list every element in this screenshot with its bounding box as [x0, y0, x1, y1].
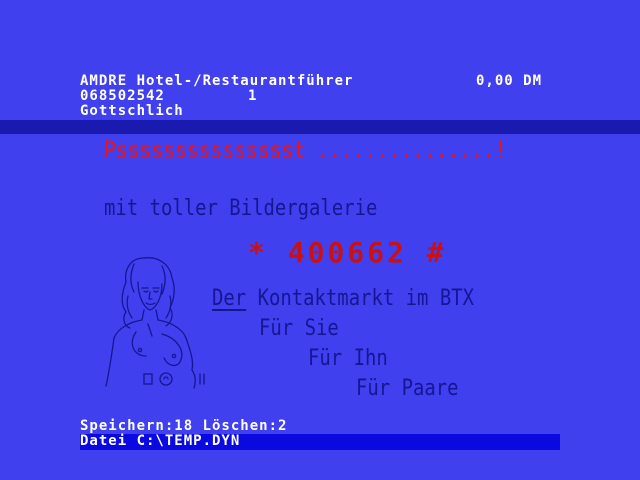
page-number: 068502542: [80, 88, 165, 104]
for-her-line: Für Sie: [259, 316, 339, 341]
page-price: 0,00 DM: [476, 73, 543, 89]
btx-screen: AMDRE Hotel-/Restaurantführer 0,00 DM 06…: [0, 0, 640, 480]
for-him-line: Für Ihn: [308, 346, 388, 371]
file-path: Datei C:\TEMP.DYN: [80, 433, 241, 449]
service-title: AMDRE Hotel-/Restaurantführer: [80, 73, 354, 89]
psst-dots: ...............!: [305, 136, 507, 164]
contact-der: Der: [212, 286, 247, 311]
access-code[interactable]: * 400662 #: [248, 236, 447, 269]
storage-stats: Speichern:18 Löschen:2: [80, 418, 288, 434]
for-couples-line: Für Paare: [356, 376, 459, 401]
provider-name: Gottschlich: [80, 103, 184, 119]
psst-headline: Pssssssssssssssst ...............!: [104, 136, 507, 164]
gallery-line: mit toller Bildergalerie: [104, 196, 378, 221]
subpage-number: 1: [248, 88, 258, 104]
header-divider: [0, 120, 640, 134]
psst-t: t: [293, 136, 306, 164]
contact-rest: Kontaktmarkt im BTX: [246, 286, 475, 311]
woman-sketch-image: [105, 257, 205, 389]
psst-prefix: Psssssssssssssss: [104, 136, 294, 164]
contact-market-line: Der Kontaktmarkt im BTX: [212, 286, 474, 311]
